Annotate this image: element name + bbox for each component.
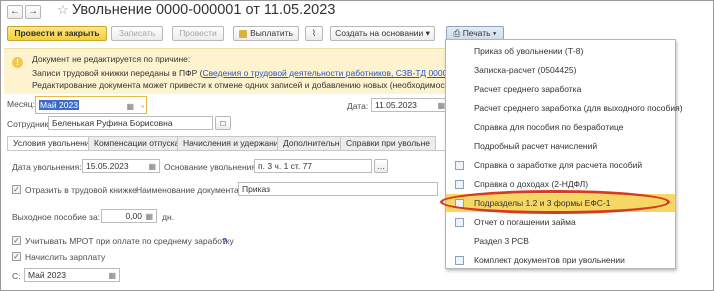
create-based-on-label: Создать на основании [335,28,424,38]
date-field[interactable]: 11.05.2023 ▦ [371,98,449,112]
document-icon [455,218,464,227]
document-icon [455,256,464,265]
severance-value: 0,00 [125,211,142,221]
menu-item[interactable]: Справка о заработке для расчета пособий [446,156,675,174]
menu-item-label: Комплект документов при увольнении [474,255,625,265]
create-based-on-button[interactable]: Создать на основании ▾ [330,26,435,41]
attachment-icon[interactable]: ⌇ [305,26,323,41]
month-field[interactable]: Май 2023 ▦ ▫ [35,96,147,114]
pay-label: Выплатить [250,28,293,38]
annotation-ellipse [440,190,670,214]
print-menu: Приказ об увольнении (Т-8) Записка-расче… [445,39,683,269]
doc-name-field[interactable]: Приказ [238,182,438,196]
severance-label: Выходное пособие за: [12,212,101,222]
menu-item-label: Расчет среднего заработка (для выходного… [474,103,683,113]
tab-divider [7,150,447,151]
menu-item-label: Приказ об увольнении (Т-8) [474,46,584,56]
menu-item-label: Отчет о погашении займа [474,217,576,227]
warning-icon: ! [12,57,23,68]
from-value: Май 2023 [28,270,66,280]
post-button[interactable]: Провести [172,26,224,41]
save-button[interactable]: Записать [111,26,163,41]
print-label: Печать [462,28,491,38]
month-value: Май 2023 [39,100,79,110]
forward-arrow-icon[interactable]: → [25,5,41,19]
calendar-icon[interactable]: ▦ [126,99,134,115]
pay-button[interactable]: Выплатить [233,26,299,41]
menu-item[interactable]: Расчет среднего заработка [446,80,675,98]
spin-icon[interactable]: ▦ [145,211,153,223]
menu-item[interactable]: Справка для пособия по безработице [446,118,675,136]
menu-item-label: Расчет среднего заработка [474,84,582,94]
menu-item[interactable]: Комплект документов при увольнении [446,251,675,269]
reflect-checkbox[interactable]: ✓ [12,185,21,194]
print-dropdown-icon: ▾ [492,28,497,38]
tab-vacation-compensation[interactable]: Компенсации отпуска [88,136,186,151]
menu-item-label: Записка-расчет (0504425) [474,65,577,75]
window-title: Увольнение 0000-000001 от 11.05.2023 [72,2,336,18]
employee-field[interactable]: Беленькая Руфина Борисовна [48,116,213,130]
printer-icon: ⎙ [453,28,461,38]
document-icon [455,161,464,170]
menu-item[interactable]: Приказ об увольнении (Т-8) [446,42,675,60]
document-icon [455,180,464,189]
dismissal-date-field[interactable]: 15.05.2023 ▦ [82,159,160,173]
reflect-label: Отразить в трудовой книжке [25,185,137,195]
from-label: С: [12,271,21,281]
tab-accruals[interactable]: Начисления и удержания [177,136,290,151]
mrot-checkbox[interactable]: ✓ [12,236,21,245]
notice-line-2: Редактирование документа может привести … [32,80,469,90]
doc-name-label: Наименование документа: [136,185,242,195]
calendar-icon[interactable]: ▦ [437,100,445,112]
calendar-icon[interactable]: ▦ [108,270,116,282]
menu-item[interactable]: Раздел 3 РСВ [446,232,675,250]
open-employee-icon[interactable]: □ [215,116,231,130]
menu-item[interactable]: Подробный расчет начислений [446,137,675,155]
dismissal-date-label: Дата увольнения: [12,162,82,172]
pay-icon [239,29,248,38]
menu-item[interactable]: Отчет о погашении займа [446,213,675,231]
month-label: Месяц: [7,99,35,109]
favorite-star-icon[interactable]: ☆ [57,2,69,18]
severance-unit: дн. [162,212,175,222]
accrue-checkbox[interactable]: ✓ [12,252,21,261]
menu-item-label: Подробный расчет начислений [474,141,598,151]
mrot-label: Учитывать МРОТ при оплате по среднему за… [25,236,234,246]
notice-line-1-prefix: Записи трудовой книжки переданы в ПФР ( [32,68,203,78]
menu-item-label: Справка о заработке для расчета пособий [474,160,643,170]
calendar-icon[interactable]: ▦ [148,161,156,173]
basis-select-icon[interactable]: … [374,159,388,173]
from-field[interactable]: Май 2023 ▦ [24,268,120,282]
dropdown-arrow-icon: ▾ [425,28,430,38]
clear-icon[interactable]: ▫ [141,99,144,115]
menu-item[interactable]: Расчет среднего заработка (для выходного… [446,99,683,117]
menu-item[interactable]: Записка-расчет (0504425) [446,61,675,79]
notice-line-1: Записи трудовой книжки переданы в ПФР (С… [32,68,474,78]
basis-label: Основание увольнения: [164,162,259,172]
notice-title: Документ не редактируется по причине: [32,54,191,64]
help-icon[interactable]: ? [222,236,227,246]
tab-conditions[interactable]: Условия увольнения [7,136,101,151]
menu-item-label: Раздел 3 РСВ [474,236,529,246]
date-value: 11.05.2023 [375,100,417,110]
post-and-close-button[interactable]: Провести и закрыть [7,26,107,41]
date-label: Дата: [347,101,369,111]
notice-link[interactable]: Сведения о трудовой деятельности работни… [202,68,473,78]
dismissal-date-value: 15.05.2023 [86,161,129,171]
tab-certificates[interactable]: Справки при увольне [340,136,436,151]
severance-field[interactable]: 0,00 ▦ [101,209,157,223]
accrue-label: Начислить зарплату [25,252,106,262]
menu-item-label: Справка для пособия по безработице [474,122,624,132]
back-arrow-icon[interactable]: ← [7,5,23,19]
read-only-notice: ! Документ не редактируется по причине: … [4,48,474,94]
employee-label: Сотрудник: [7,119,51,129]
basis-field[interactable]: п. 3 ч. 1 ст. 77 [254,159,372,173]
